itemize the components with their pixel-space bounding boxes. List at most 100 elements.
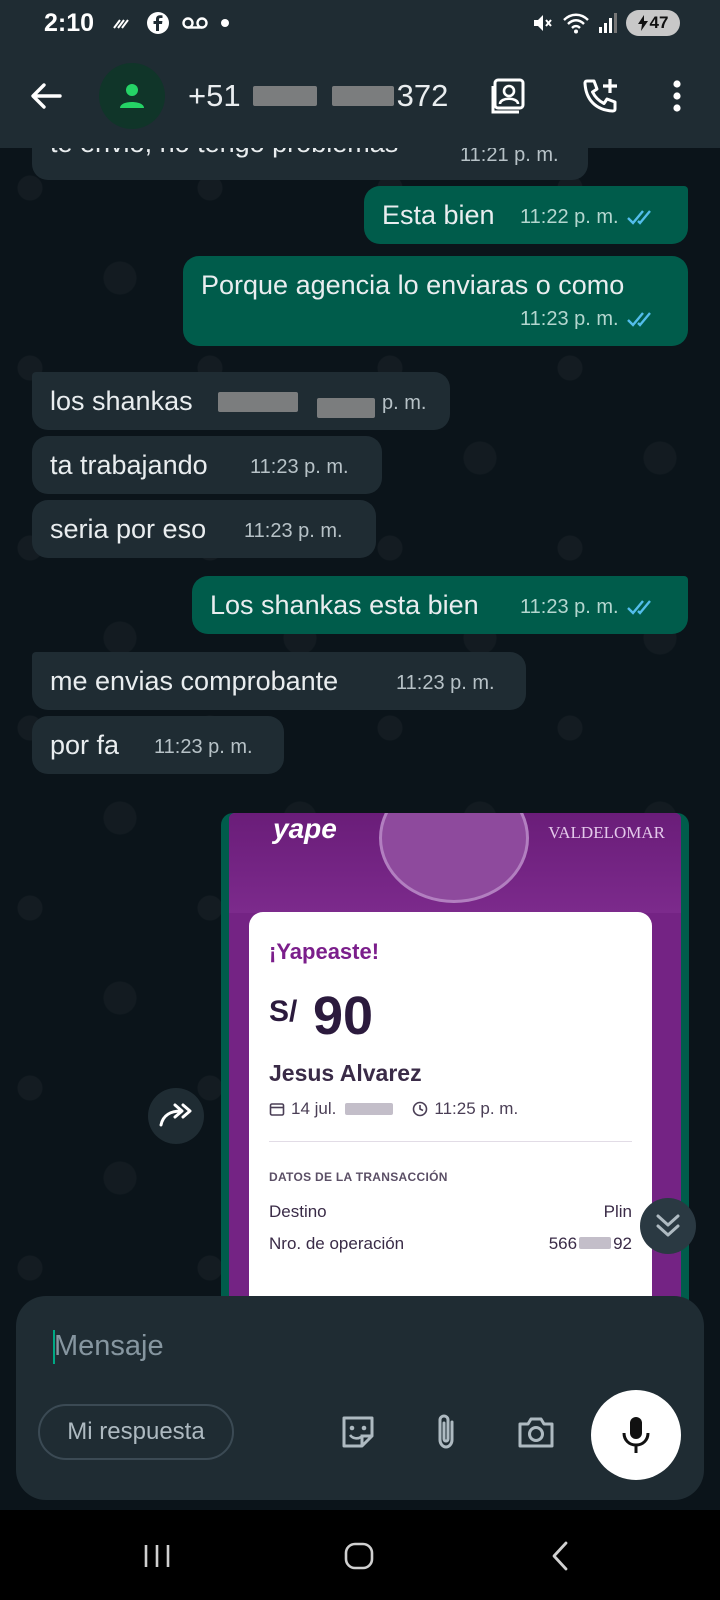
message-text: los shankas <box>50 386 193 416</box>
message-outgoing[interactable]: Los shankas esta bien 11:23 p. m. <box>192 576 688 634</box>
wifi-icon <box>563 13 589 34</box>
message-text: ta trabajando <box>50 450 208 480</box>
message-incoming[interactable]: por fa 11:23 p. m. <box>32 716 284 774</box>
back-button[interactable] <box>26 76 66 116</box>
status-left-icons <box>112 10 230 36</box>
divider <box>269 1141 632 1142</box>
forward-button[interactable] <box>148 1088 204 1144</box>
mic-icon <box>622 1417 650 1453</box>
home-button[interactable] <box>337 1534 381 1578</box>
contact-card-icon <box>491 78 525 114</box>
redacted-block <box>331 86 394 106</box>
double-chevron-down-icon <box>656 1214 680 1237</box>
receipt-banner: yape VALDELOMAR <box>229 813 681 913</box>
message-outgoing[interactable]: Porque agencia lo enviaras o como 11:23 … <box>183 256 688 346</box>
scroll-to-bottom-button[interactable] <box>640 1198 696 1254</box>
contact-card-button[interactable] <box>487 74 531 118</box>
back-icon <box>31 83 62 109</box>
calendar-icon <box>269 1103 285 1116</box>
receipt-section-title: DATOS DE LA TRANSACCIÓN <box>269 1170 448 1184</box>
facebook-icon <box>147 12 169 34</box>
status-time: 2:10 <box>44 9 95 37</box>
status-bar: 2:10 47 <box>0 0 720 48</box>
message-text: seria por eso <box>50 514 207 544</box>
back-nav-icon <box>552 1541 568 1571</box>
operacion-prefix: 566 <box>548 1234 578 1253</box>
contact-suffix: 372 <box>396 78 449 113</box>
receipt-title: ¡Yapeaste! <box>269 939 380 964</box>
receipt-amount: 90 <box>313 986 374 1046</box>
operacion-suffix: 92 <box>613 1234 632 1253</box>
read-ticks-icon <box>626 312 651 327</box>
message-incoming[interactable]: los shankas p. m. <box>32 372 450 430</box>
message-time: 11:21 p. m. <box>460 148 559 166</box>
message-incoming[interactable]: te envio, no tengo problemas 11:21 p. m. <box>32 148 588 180</box>
message-time: 11:23 p. m. <box>244 520 343 542</box>
destino-label: Destino <box>269 1202 327 1221</box>
add-call-button[interactable] <box>578 74 622 118</box>
battery-icon: 47 <box>626 10 680 36</box>
sticker-icon <box>342 1416 374 1448</box>
message-time: 11:23 p. m. <box>520 596 619 618</box>
message-time: 11:23 p. m. <box>520 308 619 330</box>
mic-button[interactable] <box>591 1390 681 1480</box>
battery-level: 47 <box>649 13 669 32</box>
read-ticks-icon <box>626 600 651 615</box>
message-time: 11:23 p. m. <box>250 456 349 478</box>
message-time: p. m. <box>382 392 427 414</box>
message-incoming[interactable]: me envias comprobante 11:23 p. m. <box>32 652 526 710</box>
receipt-name: Jesus Alvarez <box>269 1060 422 1086</box>
dot-icon <box>221 19 229 27</box>
contact-name[interactable]: +51 372 <box>188 76 448 116</box>
contact-avatar-icon <box>120 84 144 108</box>
receipt-row-operacion: Nro. de operación 566 92 <box>269 1234 632 1254</box>
back-nav-button[interactable] <box>538 1534 582 1578</box>
receipt-date: 14 jul. <box>291 1099 337 1118</box>
message-composer: Mi respuesta <box>16 1296 704 1500</box>
message-text: por fa <box>50 730 120 760</box>
contact-avatar[interactable] <box>99 63 165 129</box>
redacted-block <box>345 1103 394 1115</box>
forward-icon <box>159 1103 192 1127</box>
message-meta: 11:22 p. m. <box>520 200 657 234</box>
message-text: Porque agencia lo enviaras o como <box>201 270 625 300</box>
mute-icon <box>534 15 552 31</box>
voicemail-icon <box>182 17 208 29</box>
more-options-button[interactable] <box>655 74 699 118</box>
message-outgoing[interactable]: Esta bien 11:22 p. m. <box>364 186 688 244</box>
message-incoming[interactable]: ta trabajando 11:23 p. m. <box>32 436 382 494</box>
redacted-block <box>317 398 375 418</box>
receipt-image[interactable]: yape VALDELOMAR ¡Yapeaste! S/ 90 Jesus A… <box>229 813 681 1313</box>
portrait-illustration <box>379 813 529 903</box>
quick-reply-chip[interactable]: Mi respuesta <box>38 1404 234 1460</box>
image-message[interactable]: yape VALDELOMAR ¡Yapeaste! S/ 90 Jesus A… <box>221 813 689 1313</box>
receipt-currency: S/ <box>269 995 298 1028</box>
message-meta: 11:23 p. m. <box>520 590 657 624</box>
read-ticks-icon <box>626 210 651 225</box>
camera-icon <box>518 1417 554 1448</box>
signal-icon <box>599 13 617 33</box>
message-text: Los shankas esta bien <box>210 590 479 620</box>
destino-value: Plin <box>603 1202 632 1221</box>
receipt-time: 11:25 p. m. <box>434 1099 519 1118</box>
attach-button[interactable] <box>424 1410 468 1454</box>
add-call-icon <box>583 79 617 113</box>
recent-apps-button[interactable] <box>135 1534 179 1578</box>
message-time: 11:22 p. m. <box>520 206 619 228</box>
receipt-row-destino: Destino Plin <box>269 1202 632 1222</box>
message-time: 11:23 p. m. <box>396 672 495 694</box>
yape-logo: yape <box>273 813 337 844</box>
message-input[interactable] <box>54 1324 574 1368</box>
clock-icon <box>413 1101 428 1117</box>
camera-button[interactable] <box>514 1410 558 1454</box>
missed-call-icon <box>113 19 129 29</box>
sticker-button[interactable] <box>336 1410 380 1454</box>
message-time: 11:23 p. m. <box>154 736 253 758</box>
operacion-label: Nro. de operación <box>269 1234 405 1253</box>
message-text: me envias comprobante <box>50 666 339 696</box>
receipt-meta: 14 jul. 11:25 p. m. <box>269 1099 518 1119</box>
home-icon <box>344 1542 374 1570</box>
redacted-block <box>252 86 317 106</box>
attach-icon <box>438 1414 454 1449</box>
message-incoming[interactable]: seria por eso 11:23 p. m. <box>32 500 376 558</box>
